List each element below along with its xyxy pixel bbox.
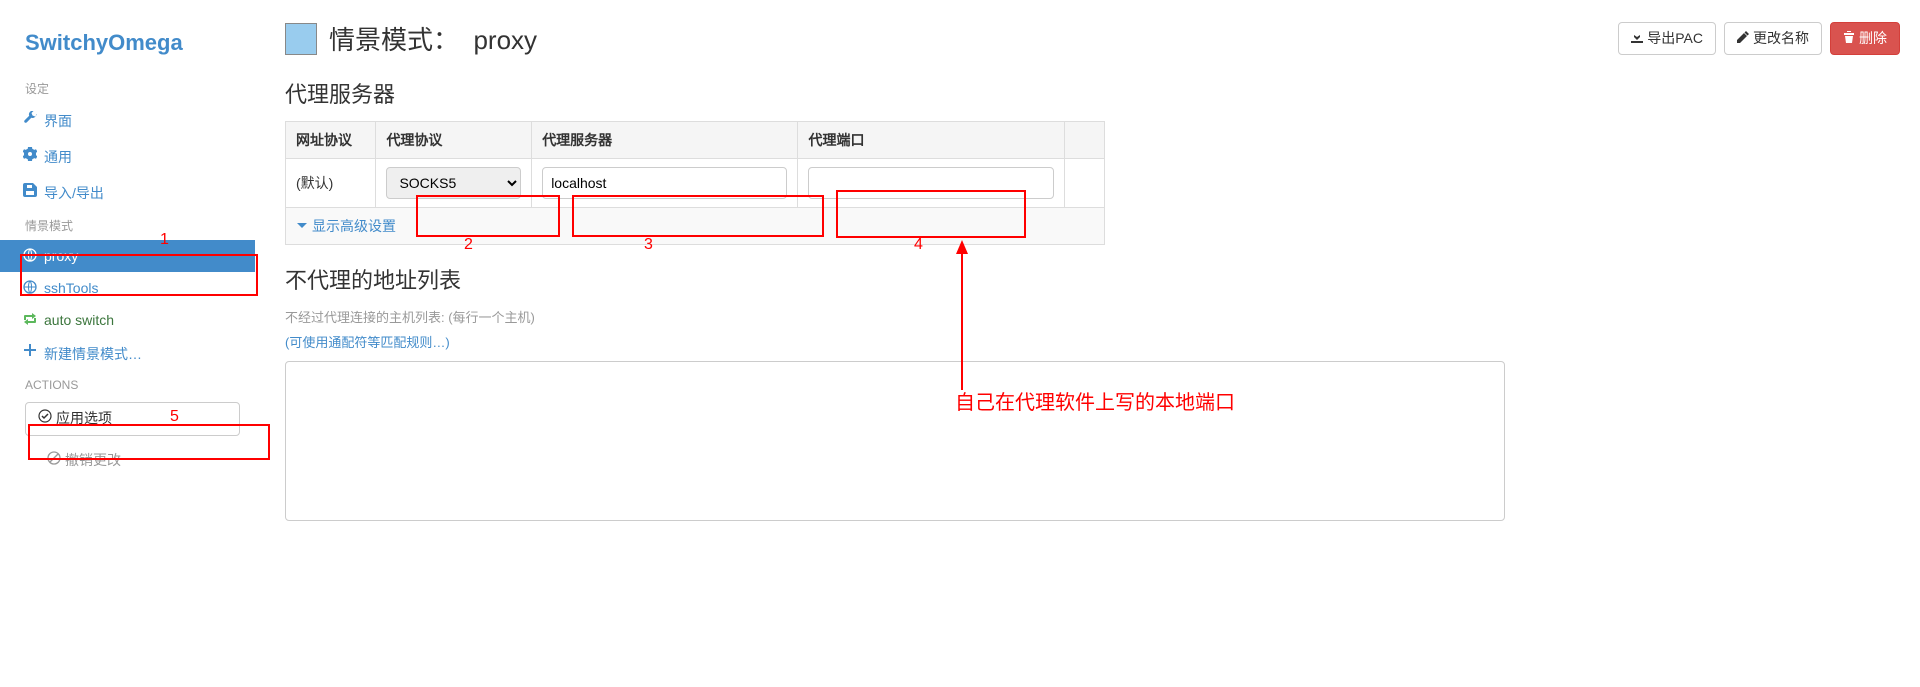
button-label: 删除 xyxy=(1859,29,1887,49)
proxy-servers-heading: 代理服务器 xyxy=(285,77,1900,109)
wrench-icon xyxy=(22,111,38,125)
row-actions-cell xyxy=(1064,159,1104,208)
button-label: 更改名称 xyxy=(1753,29,1809,49)
profile-color-swatch[interactable] xyxy=(285,23,317,55)
bypass-textarea[interactable] xyxy=(285,361,1505,521)
pencil-icon xyxy=(1737,29,1749,49)
sidebar-item-general[interactable]: 通用 xyxy=(0,139,255,175)
save-icon xyxy=(22,183,38,197)
button-label: 应用选项 xyxy=(56,409,112,429)
export-pac-button[interactable]: 导出PAC xyxy=(1618,22,1716,56)
sidebar-item-import-export[interactable]: 导入/导出 xyxy=(0,175,255,211)
retweet-icon xyxy=(22,312,38,326)
globe-icon xyxy=(22,280,38,294)
sidebar-item-label: 通用 xyxy=(44,149,72,165)
delete-button[interactable]: 删除 xyxy=(1830,22,1900,56)
brand-title: SwitchyOmega xyxy=(0,20,255,74)
sidebar-section-profiles: 情景模式 xyxy=(0,211,255,240)
sidebar-item-label: sshTools xyxy=(44,280,98,296)
main-content: 情景模式： proxy 导出PAC 更改名称 xyxy=(255,0,1920,544)
col-scheme: 网址协议 xyxy=(286,122,376,159)
col-server: 代理服务器 xyxy=(532,122,798,159)
sidebar-item-label: 导入/导出 xyxy=(44,185,104,201)
discard-changes-button[interactable]: 撤销更改 xyxy=(22,444,121,476)
proxy-table: 网址协议 代理协议 代理服务器 代理端口 (默认) SOCKS5 xyxy=(285,121,1105,245)
button-label: 撤销更改 xyxy=(65,450,121,470)
sidebar-item-label: auto switch xyxy=(44,312,114,328)
trash-icon xyxy=(1843,29,1855,49)
sidebar-item-label: 新建情景模式… xyxy=(44,346,142,362)
port-input[interactable] xyxy=(808,167,1053,199)
bypass-heading: 不代理的地址列表 xyxy=(285,263,1900,295)
col-actions xyxy=(1064,122,1104,159)
rename-button[interactable]: 更改名称 xyxy=(1724,22,1822,56)
globe-icon xyxy=(22,248,38,262)
ban-icon xyxy=(47,451,61,468)
profile-name: proxy xyxy=(473,25,537,55)
sidebar-item-ui[interactable]: 界面 xyxy=(0,103,255,139)
sidebar-item-label: 界面 xyxy=(44,113,72,129)
gear-icon xyxy=(22,147,38,161)
plus-icon xyxy=(22,344,38,356)
scheme-cell: (默认) xyxy=(286,159,376,208)
proxy-row-default: (默认) SOCKS5 xyxy=(286,159,1105,208)
check-circle-icon xyxy=(38,409,52,429)
show-advanced-toggle[interactable]: 显示高级设置 xyxy=(296,216,396,236)
sidebar-section-actions: ACTIONS xyxy=(0,372,255,398)
sidebar-profile-autoswitch[interactable]: auto switch xyxy=(0,304,255,336)
col-protocol: 代理协议 xyxy=(376,122,532,159)
apply-options-button[interactable]: 应用选项 xyxy=(25,402,240,436)
sidebar-section-settings: 设定 xyxy=(0,74,255,103)
server-input[interactable] xyxy=(542,167,787,199)
page-title: 情景模式： proxy xyxy=(329,20,537,57)
download-icon xyxy=(1631,29,1643,49)
bypass-description: 不经过代理连接的主机列表: (每行一个主机) xyxy=(285,307,1900,326)
button-label: 导出PAC xyxy=(1647,29,1703,49)
sidebar-item-label: proxy xyxy=(44,248,78,264)
sidebar: SwitchyOmega 设定 界面 通用 导入/导出 xyxy=(0,0,255,544)
chevron-down-icon xyxy=(296,218,308,234)
col-port: 代理端口 xyxy=(798,122,1064,159)
sidebar-profile-sshtools[interactable]: sshTools xyxy=(0,272,255,304)
sidebar-new-profile[interactable]: 新建情景模式… xyxy=(0,336,255,372)
protocol-select[interactable]: SOCKS5 xyxy=(386,167,521,199)
sidebar-profile-proxy[interactable]: proxy xyxy=(0,240,255,272)
wildcard-help-link[interactable]: (可使用通配符等匹配规则…) xyxy=(285,335,450,350)
toggle-label: 显示高级设置 xyxy=(312,216,396,236)
